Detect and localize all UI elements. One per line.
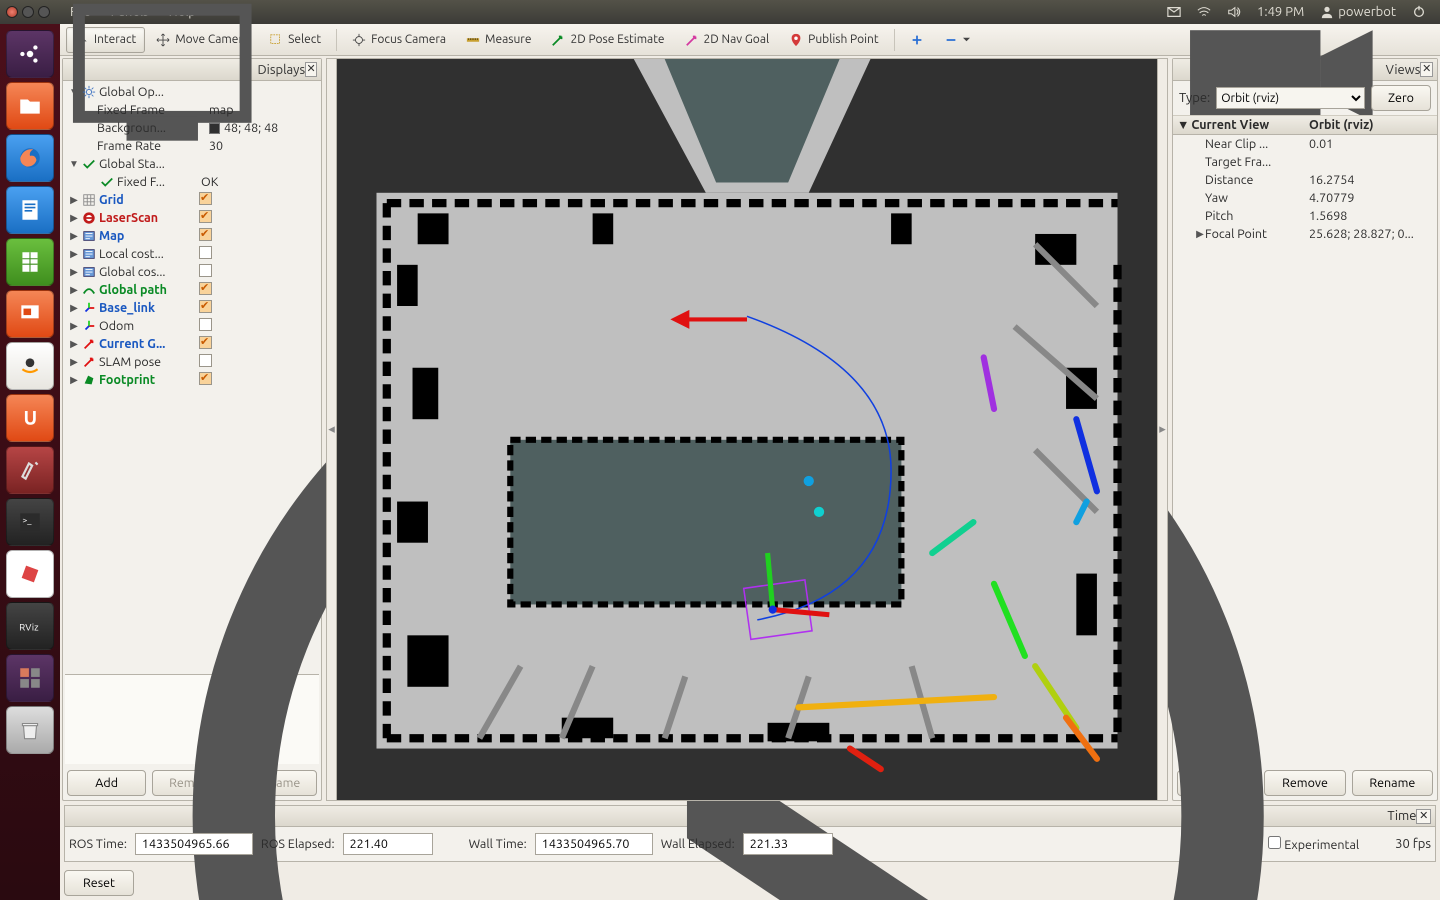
tool-measure[interactable]: Measure xyxy=(457,27,540,53)
views-header-right: Orbit (rviz) xyxy=(1305,116,1437,135)
time-title-label: Time xyxy=(1387,809,1416,823)
display-item-checkbox[interactable] xyxy=(199,354,212,367)
window-close-icon[interactable] xyxy=(6,6,18,18)
displays-title[interactable]: Displays ✕ xyxy=(63,59,321,81)
launcher-ubuntu-one[interactable]: U xyxy=(6,394,54,442)
svg-text:RViz: RViz xyxy=(19,621,39,632)
displays-close-icon[interactable]: ✕ xyxy=(305,62,317,77)
indicator-session[interactable] xyxy=(1404,5,1434,19)
launcher-calc[interactable] xyxy=(6,238,54,286)
displays-title-label: Displays xyxy=(258,63,306,77)
display-item-checkbox[interactable] xyxy=(199,300,212,313)
tool-remove[interactable] xyxy=(935,27,979,53)
launcher-impress[interactable] xyxy=(6,290,54,338)
ros-time-label: ROS Time: xyxy=(69,837,127,851)
views-zero-button[interactable]: Zero xyxy=(1371,85,1431,111)
wall-time-field[interactable] xyxy=(535,833,653,855)
launcher-firefox[interactable] xyxy=(6,134,54,182)
views-header-left: Current View xyxy=(1191,118,1269,132)
display-item-checkbox[interactable] xyxy=(199,192,212,205)
launcher-trash[interactable] xyxy=(6,706,54,754)
views-close-icon[interactable]: ✕ xyxy=(1420,62,1433,77)
viewport-handle-left[interactable]: ◂ xyxy=(327,59,337,800)
view-prop[interactable]: Near Clip ... xyxy=(1173,135,1305,153)
display-item-checkbox[interactable] xyxy=(199,282,212,295)
svg-text:U: U xyxy=(24,407,38,429)
wall-elapsed-label: Wall Elapsed: xyxy=(661,837,735,851)
tool-publish-point[interactable]: Publish Point xyxy=(780,27,887,53)
map-render xyxy=(337,59,1157,800)
views-type-label: Type: xyxy=(1179,91,1210,105)
reset-button[interactable]: Reset xyxy=(64,870,134,896)
time-title[interactable]: Time ✕ xyxy=(64,805,1436,827)
wall-elapsed-field[interactable] xyxy=(743,833,833,855)
display-item-checkbox[interactable] xyxy=(199,228,212,241)
views-title[interactable]: Views ✕ xyxy=(1173,59,1437,81)
ros-elapsed-field[interactable] xyxy=(343,833,433,855)
viewport-handle-right[interactable]: ▸ xyxy=(1157,59,1167,800)
window-minimize-icon[interactable] xyxy=(22,6,34,18)
tool-add[interactable] xyxy=(901,27,933,53)
viewport-3d[interactable]: ◂ xyxy=(326,58,1168,801)
gear-icon xyxy=(82,85,96,99)
tool-focus-camera[interactable]: Focus Camera xyxy=(343,27,455,53)
display-item-checkbox[interactable] xyxy=(199,318,212,331)
time-close-icon[interactable]: ✕ xyxy=(1416,809,1431,824)
launcher-terminal[interactable]: >_ xyxy=(6,498,54,546)
views-type-select[interactable]: Orbit (rviz) xyxy=(1216,87,1365,109)
display-item-checkbox[interactable] xyxy=(199,264,212,277)
view-prop-value[interactable]: 0.01 xyxy=(1305,135,1437,153)
window-maximize-icon[interactable] xyxy=(38,6,50,18)
display-item-checkbox[interactable] xyxy=(199,336,212,349)
rviz-window: Interact Move Camera Select Focus Camera… xyxy=(60,24,1440,900)
display-item-checkbox[interactable] xyxy=(199,372,212,385)
launcher-rviz[interactable]: RViz xyxy=(6,602,54,650)
fps-label: 30 fps xyxy=(1395,837,1431,851)
launcher-settings[interactable] xyxy=(6,446,54,494)
launcher-writer[interactable] xyxy=(6,186,54,234)
launcher-amazon[interactable] xyxy=(6,342,54,390)
display-item-checkbox[interactable] xyxy=(199,210,212,223)
tool-2d-nav-goal[interactable]: 2D Nav Goal xyxy=(676,27,779,53)
launcher-files[interactable] xyxy=(6,82,54,130)
views-title-label: Views xyxy=(1386,63,1421,77)
svg-text:>_: >_ xyxy=(22,515,32,525)
display-item-checkbox[interactable] xyxy=(199,246,212,259)
ros-elapsed-label: ROS Elapsed: xyxy=(261,837,335,851)
launcher-workspace[interactable] xyxy=(6,654,54,702)
time-panel: Time ✕ ROS Time: ROS Elapsed: Wall Time:… xyxy=(64,805,1436,862)
window-controls xyxy=(6,6,50,18)
tool-2d-pose-estimate[interactable]: 2D Pose Estimate xyxy=(542,27,673,53)
tool-select[interactable]: Select xyxy=(260,27,330,53)
unity-launcher: U >_ RViz xyxy=(0,24,60,900)
launcher-dash[interactable] xyxy=(6,30,54,78)
experimental-checkbox[interactable]: Experimental xyxy=(1268,836,1359,852)
wall-time-label: Wall Time: xyxy=(469,837,527,851)
ros-time-field[interactable] xyxy=(135,833,253,855)
launcher-simple-scan[interactable] xyxy=(6,550,54,598)
